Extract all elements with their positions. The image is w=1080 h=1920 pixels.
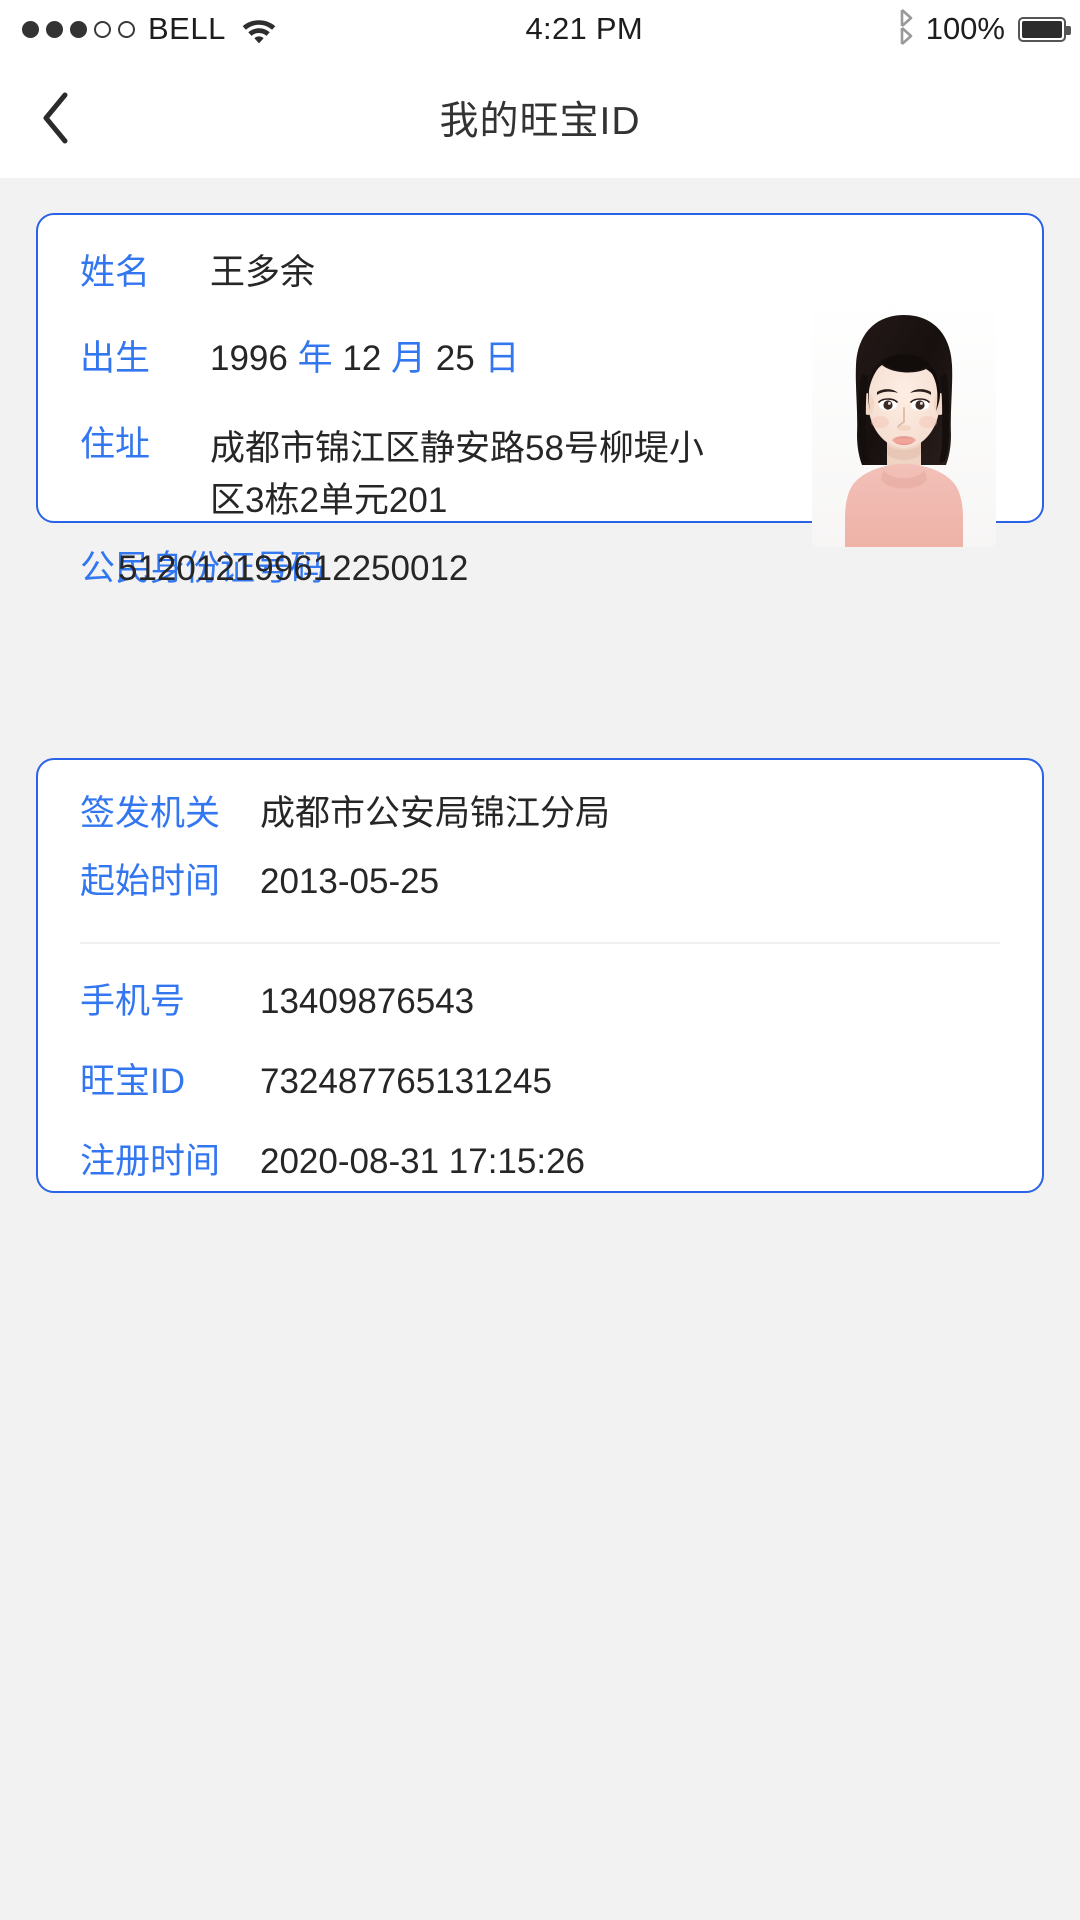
name-value: 王多余 bbox=[210, 253, 316, 292]
issuing-authority-label: 签发机关 bbox=[80, 794, 221, 833]
status-bar-clock: 4:21 PM bbox=[525, 11, 644, 46]
birth-day: 25 bbox=[435, 339, 475, 378]
birth-label: 出生 bbox=[80, 339, 151, 378]
name-label: 姓名 bbox=[80, 253, 151, 292]
wangbao-id-value: 732487765131245 bbox=[260, 1062, 552, 1101]
birth-year-unit: 年 bbox=[297, 339, 333, 378]
start-time-value: 2013-05-25 bbox=[260, 862, 440, 901]
birth-day-unit: 日 bbox=[484, 339, 520, 378]
birth-month-unit: 月 bbox=[391, 339, 427, 378]
row-birth: 出生 1996 年 12 月 25 日 bbox=[80, 337, 519, 381]
start-time-label: 起始时间 bbox=[80, 862, 221, 901]
battery-percent-label: 100% bbox=[925, 11, 1005, 46]
identity-card: 姓名 王多余 出生 1996 年 12 月 25 日 住址 成都市锦江区静安路5… bbox=[36, 213, 1044, 588]
status-bar: BELL 4:21 PM 100% bbox=[0, 0, 1080, 58]
id-portrait-photo bbox=[812, 298, 996, 547]
signal-strength-icon bbox=[22, 20, 135, 38]
row-start-time: 起始时间 2013-05-25 bbox=[80, 860, 439, 904]
nav-bar: 我的旺宝ID bbox=[0, 58, 1080, 178]
page-content: 姓名 王多余 出生 1996 年 12 月 25 日 住址 成都市锦江区静安路5… bbox=[0, 178, 1080, 1920]
phone-value: 13409876543 bbox=[260, 982, 475, 1021]
wifi-icon bbox=[242, 16, 276, 43]
id-number-value: 512012199612250012 bbox=[118, 549, 469, 588]
address-value: 成都市锦江区静安路58号柳堤小区3栋2单元201 bbox=[210, 429, 704, 520]
issuing-authority-value: 成都市公安局锦江分局 bbox=[260, 794, 611, 833]
birth-year: 1996 bbox=[210, 339, 288, 378]
carrier-name: BELL bbox=[148, 11, 226, 46]
phone-label: 手机号 bbox=[80, 982, 186, 1021]
row-address: 住址 成都市锦江区静安路58号柳堤小区3栋2单元201 bbox=[80, 423, 710, 527]
status-bar-right: 100% bbox=[893, 8, 1071, 50]
row-wangbao-id: 旺宝ID 732487765131245 bbox=[80, 1060, 552, 1104]
birth-month: 12 bbox=[342, 339, 382, 378]
row-register-time: 注册时间 2020-08-31 17:15:26 bbox=[80, 1140, 585, 1184]
bluetooth-icon bbox=[893, 8, 915, 50]
battery-full-icon bbox=[1018, 16, 1071, 42]
address-label: 住址 bbox=[80, 425, 151, 464]
row-phone: 手机号 13409876543 bbox=[80, 980, 474, 1024]
issuer-card: 签发机关 成都市公安局锦江分局 起始时间 2013-05-25 手机号 1340… bbox=[36, 758, 1044, 1193]
register-time-label: 注册时间 bbox=[80, 1142, 221, 1181]
section-divider bbox=[80, 942, 1000, 944]
page-title: 我的旺宝ID bbox=[439, 100, 641, 143]
wangbao-id-label: 旺宝ID bbox=[80, 1062, 186, 1101]
birth-value: 1996 年 12 月 25 日 bbox=[210, 337, 519, 381]
row-id-number: 公民身份证号码 512012199612250012 bbox=[80, 547, 468, 591]
row-name: 姓名 王多余 bbox=[80, 251, 315, 295]
status-bar-left: BELL bbox=[22, 11, 276, 47]
row-issuing-authority: 签发机关 成都市公安局锦江分局 bbox=[80, 792, 610, 836]
register-time-value: 2020-08-31 17:15:26 bbox=[260, 1142, 585, 1181]
phone-screen: BELL 4:21 PM 100% 我的旺宝ID 姓名 王多余 出生 1996 … bbox=[0, 0, 1080, 1920]
